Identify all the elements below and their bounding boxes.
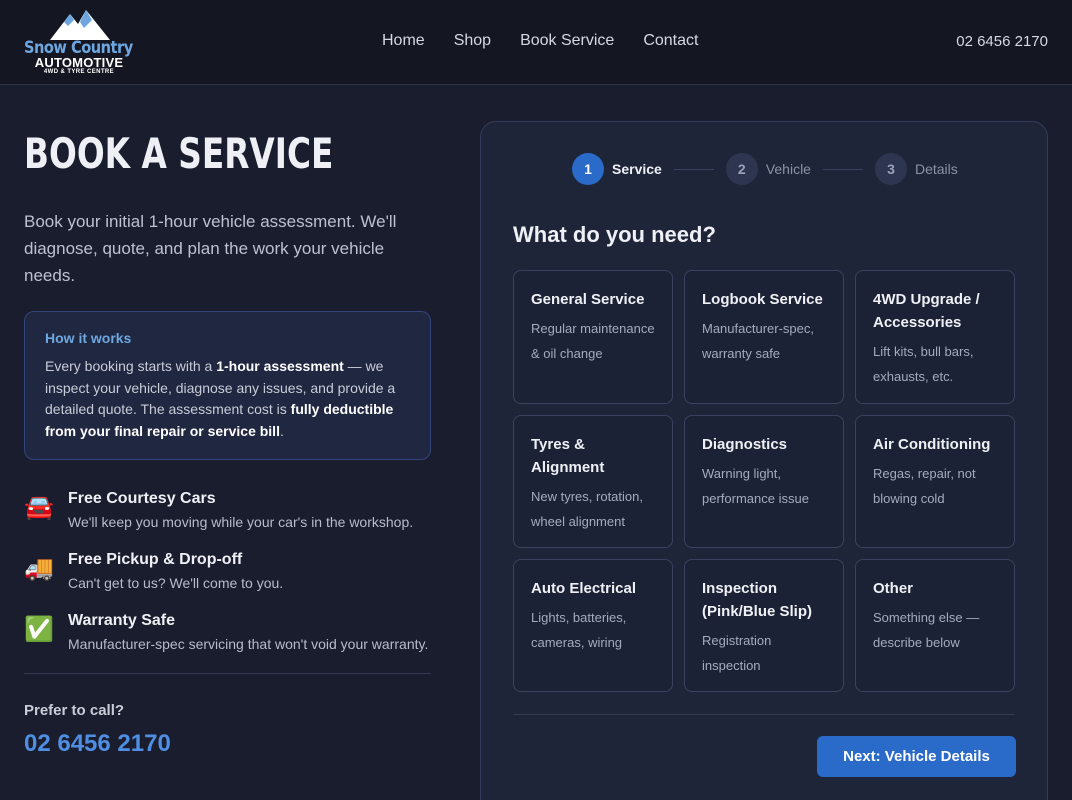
feature-title: Free Courtesy Cars [68, 490, 216, 507]
service-option-title: General Service [531, 291, 645, 308]
feature-pickup-dropoff: 🚚 Free Pickup & Drop-off Can't get to us… [24, 551, 431, 593]
service-option-title: Inspection (Pink/Blue Slip) [702, 580, 813, 620]
step-label: Vehicle [765, 161, 811, 177]
service-option-desc: New tyres, rotation, wheel alignment [531, 489, 643, 529]
service-option-inspection[interactable]: Inspection (Pink/Blue Slip) Registration… [684, 559, 844, 692]
service-option-title: 4WD Upgrade / Accessories [873, 291, 980, 331]
service-option-tyres-alignment[interactable]: Tyres & Alignment New tyres, rotation, w… [513, 415, 673, 548]
step-label: Service [612, 161, 662, 177]
next-vehicle-details-button[interactable]: Next: Vehicle Details [817, 736, 1016, 777]
feature-title: Free Pickup & Drop-off [68, 551, 243, 568]
step-indicator: 1 Service 2 Vehicle 3 Details [572, 153, 958, 185]
service-option-title: Diagnostics [702, 436, 788, 453]
service-option-title: Other [873, 580, 914, 597]
service-option-title: Air Conditioning [873, 436, 991, 453]
call-phone-link[interactable]: 02 6456 2170 [24, 730, 431, 758]
service-option-desc: Lift kits, bull bars, exhausts, etc. [873, 344, 974, 384]
service-option-diagnostics[interactable]: Diagnostics Warning light, performance i… [684, 415, 844, 548]
service-option-desc: Regas, repair, not blowing cold [873, 466, 976, 506]
car-icon: 🚘 [24, 494, 54, 521]
main-nav: Home Shop Book Service Contact [382, 32, 698, 50]
mountain-logo-icon [50, 10, 110, 40]
step-details: 3 Details [874, 153, 958, 185]
prefer-to-call-label: Prefer to call? [24, 702, 125, 719]
brand-tagline: 4WD & TYRE CENTRE [43, 69, 115, 75]
service-option-desc: Regular maintenance & oil change [531, 321, 655, 361]
feature-warranty-safe: ✅ Warranty Safe Manufacturer-spec servic… [24, 612, 431, 654]
service-option-general-service[interactable]: General Service Regular maintenance & oi… [513, 270, 673, 404]
step-label: Details [914, 161, 958, 177]
service-option-auto-electrical[interactable]: Auto Electrical Lights, batteries, camer… [513, 559, 673, 692]
nav-home[interactable]: Home [382, 32, 425, 50]
how-it-works-title: How it works [45, 330, 132, 346]
service-option-desc: Manufacturer-spec, warranty safe [702, 321, 814, 361]
service-option-desc: Warning light, performance issue [702, 466, 809, 506]
service-option-4wd-upgrade[interactable]: 4WD Upgrade / Accessories Lift kits, bul… [855, 270, 1015, 404]
feature-desc: Manufacturer-spec servicing that won't v… [68, 636, 429, 652]
top-navigation-bar: Snow Country AUTOMOTIVE 4WD & TYRE CENTR… [0, 0, 1072, 85]
truck-icon: 🚚 [24, 555, 54, 582]
feature-title: Warranty Safe [68, 612, 175, 629]
step-connector [822, 168, 863, 170]
intro-text: Book your initial 1-hour vehicle assessm… [24, 212, 397, 285]
service-option-air-conditioning[interactable]: Air Conditioning Regas, repair, not blow… [855, 415, 1015, 548]
step-service: 1 Service [572, 153, 662, 185]
step-connector [673, 168, 714, 170]
feature-desc: We'll keep you moving while your car's i… [68, 514, 414, 530]
page-title: BOOK A SERVICE [24, 129, 334, 178]
check-icon: ✅ [24, 616, 54, 643]
service-option-desc: Lights, batteries, cameras, wiring [531, 610, 627, 650]
service-option-desc: Something else — describe below [873, 610, 980, 650]
nav-book-service[interactable]: Book Service [520, 32, 614, 50]
brand-name-line2: AUTOMOTIVE [34, 55, 124, 70]
service-option-title: Auto Electrical [531, 580, 637, 597]
step-number: 1 [572, 153, 604, 185]
service-option-logbook-service[interactable]: Logbook Service Manufacturer-spec, warra… [684, 270, 844, 404]
feature-list: 🚘 Free Courtesy Cars We'll keep you movi… [24, 490, 431, 654]
step-number: 3 [874, 153, 907, 185]
brand-logo[interactable]: Snow Country AUTOMOTIVE 4WD & TYRE CENTR… [24, 8, 134, 78]
service-option-desc: Registration inspection [702, 633, 772, 673]
header-phone-link[interactable]: 02 6456 2170 [956, 33, 1048, 50]
how-it-works-box: How it works Every booking starts with a… [24, 311, 431, 460]
feature-courtesy-cars: 🚘 Free Courtesy Cars We'll keep you movi… [24, 490, 431, 532]
service-option-title: Tyres & Alignment [531, 436, 605, 476]
step-vehicle: 2 Vehicle [725, 153, 811, 185]
nav-contact[interactable]: Contact [643, 32, 698, 50]
booking-panel: 1 Service 2 Vehicle 3 Details What do yo… [480, 121, 1048, 800]
step-number: 2 [725, 153, 758, 185]
divider [24, 673, 431, 674]
question-heading: What do you need? [513, 222, 716, 247]
panel-divider [513, 714, 1015, 715]
nav-shop[interactable]: Shop [454, 32, 491, 50]
service-options-grid: General Service Regular maintenance & oi… [513, 270, 1015, 692]
feature-desc: Can't get to us? We'll come to you. [68, 575, 284, 591]
service-option-title: Logbook Service [702, 291, 823, 308]
how-it-works-text: Every booking starts with a 1-hour asses… [45, 358, 396, 439]
service-option-other[interactable]: Other Something else — describe below [855, 559, 1015, 692]
intro-column: BOOK A SERVICE Book your initial 1-hour … [24, 120, 431, 758]
